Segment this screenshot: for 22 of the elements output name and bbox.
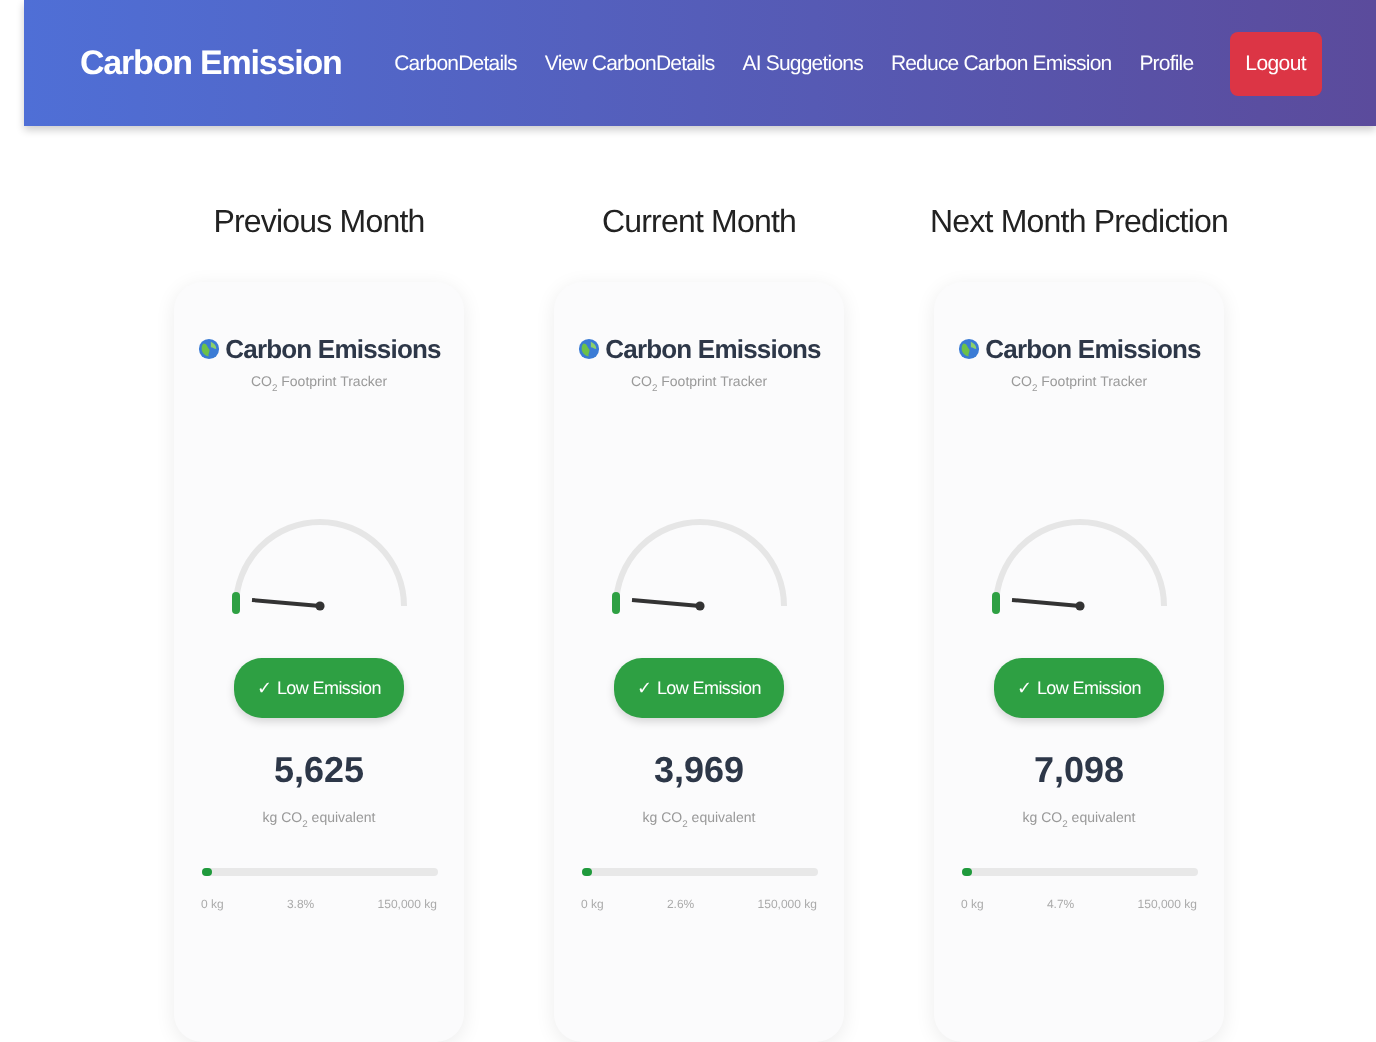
nav-link[interactable]: View CarbonDetails xyxy=(544,51,715,75)
emission-value: 7,098 xyxy=(1033,750,1125,793)
nav-link[interactable]: AI Suggetions xyxy=(742,51,863,75)
section-heading: Previous Month xyxy=(213,206,425,242)
section-heading: Next Month Prediction xyxy=(930,206,1229,242)
globe-icon xyxy=(197,338,220,360)
status-badge: ✓ Low Emission xyxy=(993,658,1165,719)
logout-button[interactable]: Logout xyxy=(1229,31,1322,95)
brand-title: Carbon Emission xyxy=(80,43,344,83)
nav-link[interactable]: CarbonDetails xyxy=(394,51,517,75)
status-badge: ✓ Low Emission xyxy=(233,658,405,719)
emission-value: 5,625 xyxy=(273,750,365,793)
globe-icon xyxy=(957,338,980,360)
card-title: Carbon Emissions xyxy=(985,334,1201,364)
globe-icon xyxy=(577,338,600,360)
section-heading: Current Month xyxy=(601,206,797,242)
card-title: Carbon Emissions xyxy=(605,334,821,364)
nav-link[interactable]: Profile xyxy=(1139,51,1194,75)
status-badge: ✓ Low Emission xyxy=(613,658,785,719)
emission-value: 3,969 xyxy=(653,750,745,793)
card-title: Carbon Emissions xyxy=(225,334,441,364)
nav-link[interactable]: Reduce Carbon Emission xyxy=(890,51,1112,75)
